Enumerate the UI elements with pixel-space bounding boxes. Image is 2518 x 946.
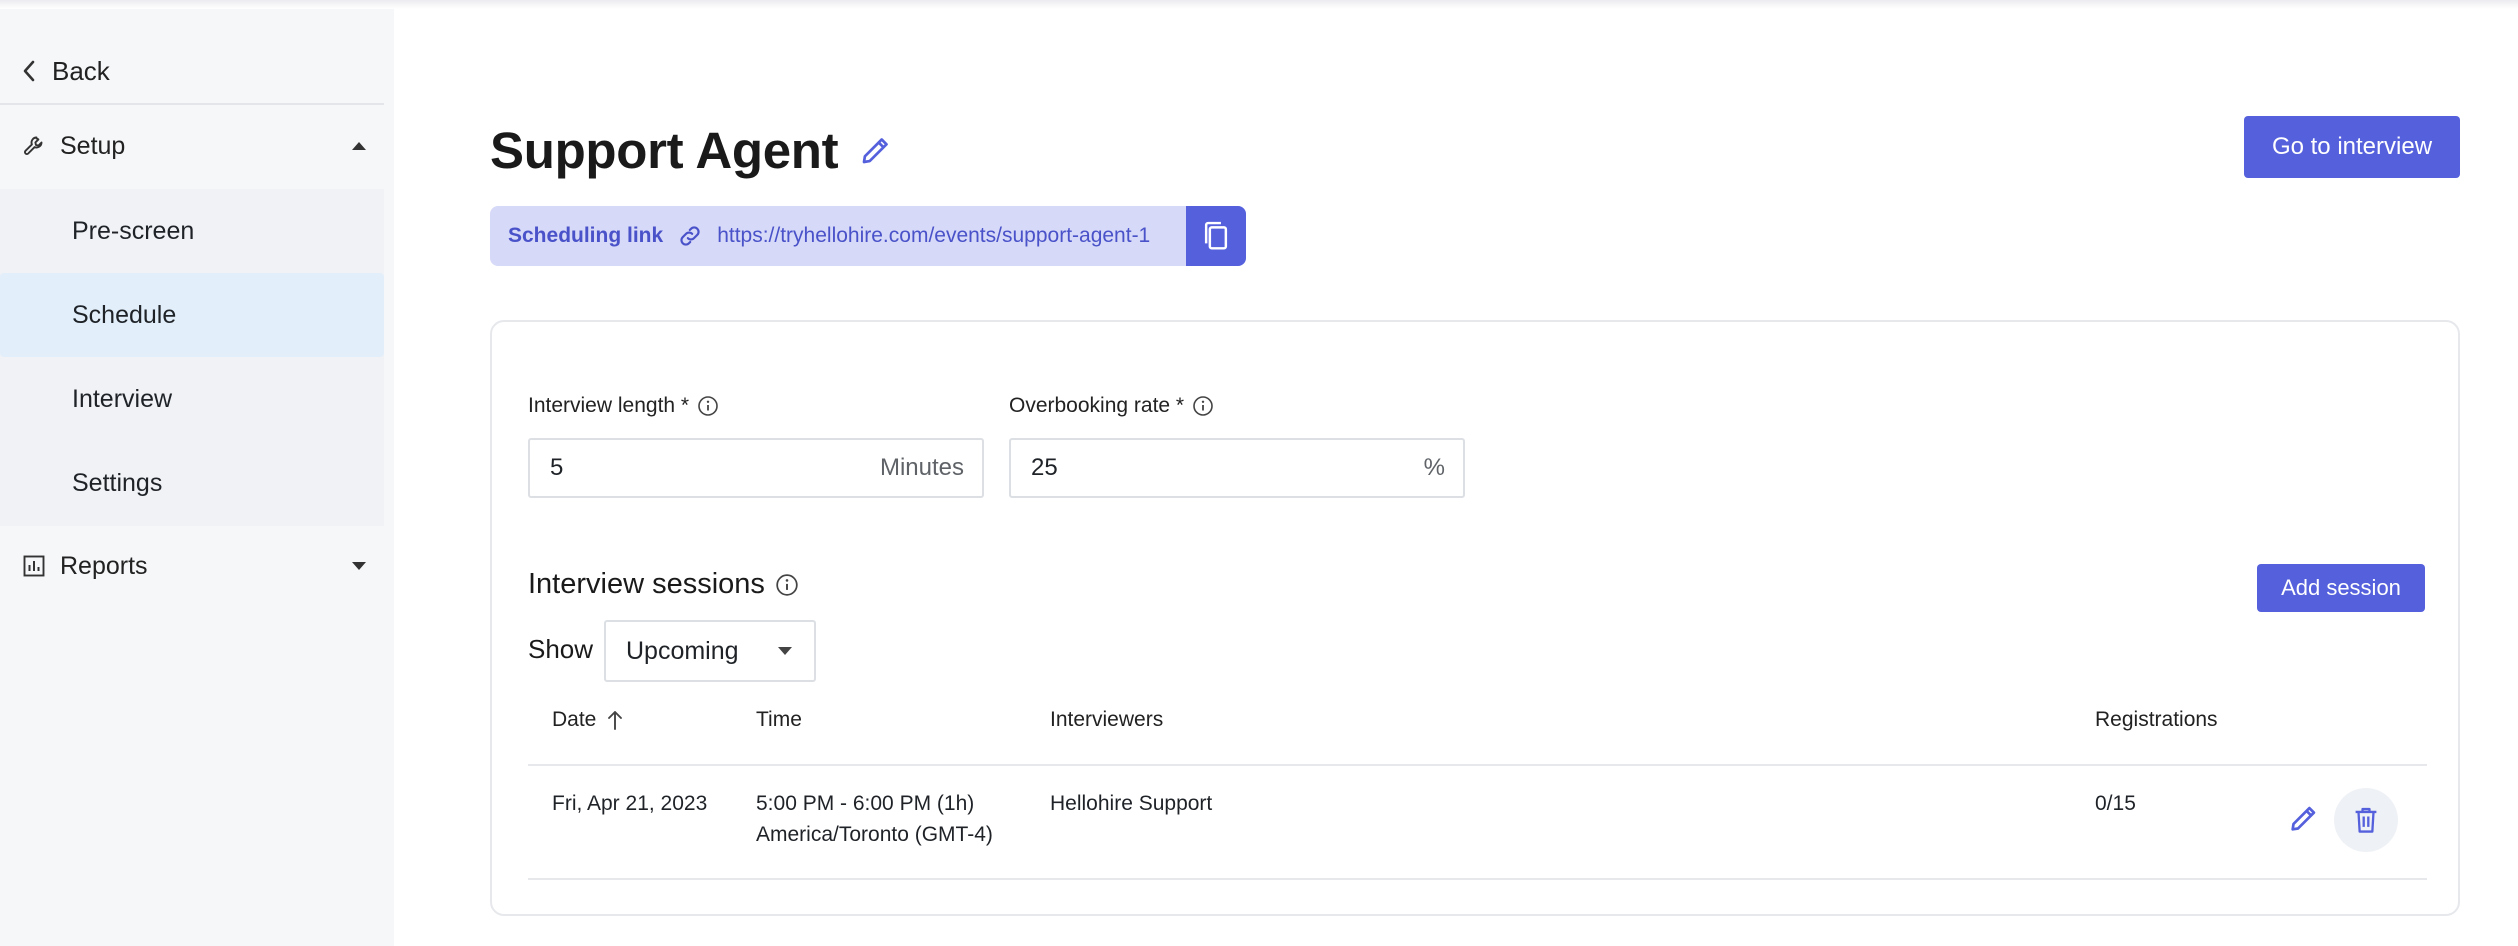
- scheduling-link-bar: Scheduling link https://tryhellohire.com…: [490, 206, 1246, 266]
- scheduling-link-url[interactable]: https://tryhellohire.com/events/support-…: [717, 224, 1150, 248]
- column-header-time: Time: [756, 708, 802, 732]
- session-registrations: 0/15: [2095, 792, 2136, 815]
- interview-length-label-text: Interview length *: [528, 394, 690, 417]
- pencil-icon: [2291, 806, 2316, 831]
- page-title: Support Agent: [490, 121, 839, 179]
- top-shadow-bar: [0, 0, 2518, 9]
- column-header-interviewers: Interviewers: [1050, 708, 1163, 732]
- sidebar-item-settings[interactable]: Settings: [0, 441, 384, 525]
- interview-sessions-title: Interview sessions: [528, 568, 765, 600]
- session-timezone: America/Toronto (GMT-4): [756, 823, 993, 846]
- caret-up-icon: [352, 142, 366, 150]
- column-header-registrations: Registrations: [2095, 708, 2218, 732]
- bar-chart-icon: [22, 553, 48, 579]
- sidebar-item-label: Interview: [72, 384, 173, 413]
- sidebar: Back Setup Pre-screen Schedule Interview…: [0, 9, 394, 946]
- delete-session-button[interactable]: [2334, 788, 2398, 852]
- overbooking-rate-value: 25: [1031, 454, 1058, 481]
- table-header-divider: [528, 764, 2427, 766]
- sidebar-section-label: Setup: [60, 131, 126, 160]
- session-filter-select[interactable]: Upcoming: [604, 620, 816, 682]
- sidebar-section-reports[interactable]: Reports: [22, 546, 368, 586]
- info-icon[interactable]: [697, 395, 719, 417]
- pencil-icon: [862, 138, 889, 164]
- back-label: Back: [52, 55, 110, 86]
- session-filter-value: Upcoming: [626, 636, 739, 665]
- sidebar-item-interview[interactable]: Interview: [0, 357, 384, 441]
- edit-title-button[interactable]: [858, 132, 894, 168]
- go-to-interview-button[interactable]: Go to interview: [2244, 116, 2460, 178]
- sidebar-item-schedule[interactable]: Schedule: [0, 273, 384, 357]
- interview-length-unit: Minutes: [879, 454, 964, 481]
- caret-down-icon: [776, 645, 794, 657]
- overbooking-rate-label-text: Overbooking rate *: [1009, 394, 1185, 417]
- edit-session-button[interactable]: [2284, 798, 2324, 838]
- add-session-button[interactable]: Add session: [2257, 564, 2425, 612]
- interview-length-label: Interview length *: [528, 394, 719, 418]
- column-header-label: Date: [552, 708, 597, 731]
- page-header: Support Agent: [490, 118, 894, 182]
- column-header-label: Time: [756, 708, 802, 731]
- sidebar-divider: [0, 103, 384, 105]
- show-filter-label: Show: [528, 634, 594, 664]
- table-row-divider: [528, 878, 2427, 880]
- trash-icon: [2355, 807, 2377, 833]
- interview-length-input[interactable]: 5 Minutes: [528, 438, 984, 498]
- schedule-card: Interview length * 5 Minutes Overbooking…: [490, 320, 2460, 916]
- wrench-icon: [22, 133, 48, 159]
- session-time-range: 5:00 PM - 6:00 PM (1h): [756, 792, 975, 815]
- info-icon[interactable]: [1192, 395, 1214, 417]
- sidebar-item-pre-screen[interactable]: Pre-screen: [0, 189, 384, 273]
- session-interviewers: Hellohire Support: [1050, 792, 1213, 815]
- sidebar-section-setup[interactable]: Setup: [22, 126, 368, 166]
- link-icon: [677, 223, 703, 249]
- copy-link-button[interactable]: [1186, 206, 1246, 266]
- interview-length-value: 5: [550, 454, 564, 481]
- sidebar-section-label: Reports: [60, 551, 148, 580]
- copy-icon: [1204, 221, 1228, 250]
- interview-sessions-heading: Interview sessions: [528, 568, 799, 601]
- sort-ascending-icon: [606, 709, 624, 731]
- overbooking-rate-label: Overbooking rate *: [1009, 394, 1214, 418]
- column-header-label: Registrations: [2095, 708, 2218, 731]
- chevron-left-icon: [23, 60, 35, 82]
- sidebar-item-label: Pre-screen: [72, 216, 195, 245]
- sidebar-item-label: Schedule: [72, 300, 177, 329]
- column-header-date[interactable]: Date: [552, 708, 624, 732]
- overbooking-rate-input[interactable]: 25 %: [1009, 438, 1465, 498]
- session-date: Fri, Apr 21, 2023: [552, 792, 708, 815]
- overbooking-rate-unit: %: [1423, 454, 1445, 481]
- session-time: 5:00 PM - 6:00 PM (1h) America/Toronto (…: [756, 788, 993, 850]
- sidebar-item-label: Settings: [72, 468, 163, 497]
- caret-down-icon: [352, 562, 366, 570]
- scheduling-link-label: Scheduling link: [508, 224, 664, 247]
- back-button[interactable]: Back: [22, 53, 110, 89]
- column-header-label: Interviewers: [1050, 708, 1164, 731]
- info-icon[interactable]: [775, 573, 799, 597]
